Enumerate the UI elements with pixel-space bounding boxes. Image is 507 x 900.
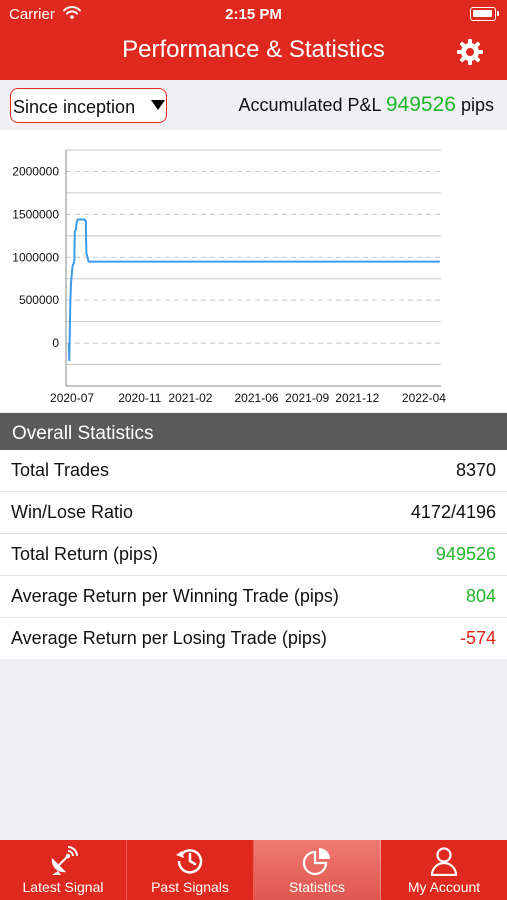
x-tick-label: 2021-09 [285,391,329,405]
statistics-row-label: Total Return (pips) [11,544,159,564]
tab-label: My Account [407,879,481,895]
y-tick-label: 1000000 [12,250,59,264]
statistics-row-value: 8370 [455,460,496,480]
tab-bar: Latest Signal Past Signals Statistics My… [0,840,507,900]
status-time: 2:15 PM [225,6,282,23]
page-title: Performance & Statistics [122,36,385,63]
satellite-dish-icon [51,846,78,875]
statistics-row-label: Total Trades [11,460,110,480]
statistics-row-value: -574 [459,628,496,648]
pnl-unit: pips [460,95,494,115]
statistics-row-value: 949526 [435,544,496,564]
battery-icon [470,7,499,21]
status-bar: Carrier 2:15 PM [0,0,507,28]
app-header: Carrier 2:15 PM Performance & Statistics [0,0,507,80]
y-tick-label: 2000000 [12,164,59,178]
statistics-row-label: Win/Lose Ratio [11,502,134,522]
pie-chart-icon [302,848,330,876]
pnl-value: 949526 [385,93,456,116]
caret-down-icon [151,100,165,110]
tab-label: Latest Signal [22,879,104,895]
user-icon [430,847,458,876]
y-tick-label: 0 [52,336,59,350]
gear-icon[interactable] [456,38,484,66]
tab-label: Past Signals [151,879,229,895]
statistics-row-value: 804 [465,586,496,606]
tab-past-signals[interactable]: Past Signals [127,840,254,900]
statistics-row: Average Return per Losing Trade (pips) -5… [0,618,507,659]
pnl-chart: 0 500000 1000000 1500000 2000000 2020-07 2020-… [0,130,507,412]
y-tick-label: 1500000 [12,207,59,221]
x-tick-label: 2021-02 [168,391,212,405]
statistics-list: Total Trades 8370 Win/Lose Ratio 4172/4196 T… [0,450,507,659]
tab-statistics[interactable]: Statistics [254,840,381,900]
statistics-row-label: Average Return per Winning Trade (pips) [11,586,339,606]
statistics-row: Win/Lose Ratio 4172/4196 [0,492,507,534]
statistics-row-value: 4172/4196 [410,502,496,522]
tab-my-account[interactable]: My Account [381,840,507,900]
x-tick-label: 2020-07 [50,391,94,405]
y-tick-label: 500000 [19,293,59,307]
overall-statistics-title: Overall Statistics [12,423,154,444]
x-tick-label: 2021-06 [235,391,279,405]
accumulated-pnl: Accumulated P&L 949526 pips [238,93,494,117]
x-tick-label: 2022-04 [402,391,446,405]
range-dropdown[interactable]: Since inception [10,88,167,123]
range-dropdown-value: Since inception [13,97,136,117]
statistics-row: Average Return per Winning Trade (pips) 8… [0,576,507,618]
statistics-row: Total Return (pips) 949526 [0,534,507,576]
tab-latest-signal[interactable]: Latest Signal [0,840,127,900]
x-tick-label: 2021-12 [335,391,379,405]
history-icon [176,849,203,874]
x-tick-label: 2020-11 [118,391,161,405]
statistics-row: Total Trades 8370 [0,450,507,492]
tab-label: Statistics [288,879,345,895]
statistics-row-label: Average Return per Losing Trade (pips) [11,628,327,648]
overall-statistics-header: Overall Statistics [0,413,507,450]
pnl-label: Accumulated P&L [238,95,381,115]
series-line [67,218,440,362]
pnl-line-chart: 0 500000 1000000 1500000 2000000 2020-07 2020-… [12,149,446,405]
